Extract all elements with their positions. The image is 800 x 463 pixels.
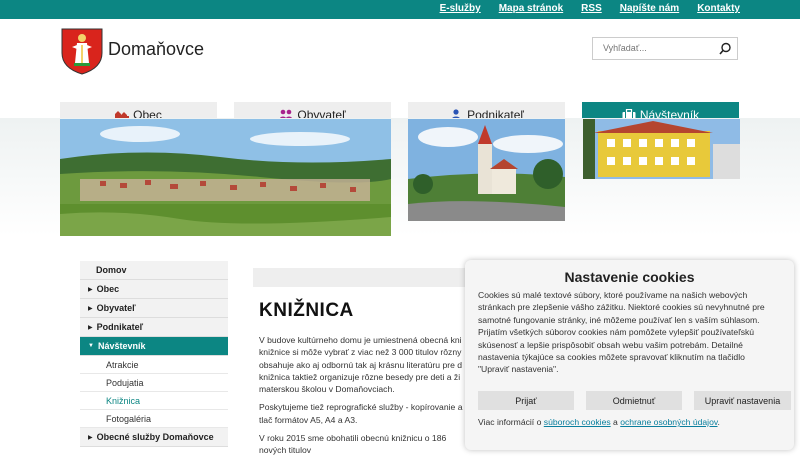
content-paragraph: V budove kultúrneho domu je umiestnená o…	[259, 334, 469, 395]
sidebar-item-label: Návštevník	[97, 341, 146, 351]
triangle-right-icon: ▶	[88, 434, 93, 441]
search-box	[592, 37, 738, 60]
search-icon[interactable]	[717, 41, 733, 57]
cookie-text-line: Prijatím všetkých súborov cookies nám po…	[478, 327, 755, 338]
content-line: knižnice si môže vybrať z viac než 3 000…	[259, 347, 462, 358]
triangle-right-icon: ▶	[88, 324, 93, 331]
content-line: nových titulov	[259, 445, 312, 456]
content-line: V budove kultúrneho domu je umiestnená o…	[259, 335, 462, 345]
content-paragraph: Poskytujeme tiež reprografické služby - …	[259, 401, 469, 426]
top-link-rss[interactable]: RSS	[581, 3, 602, 14]
reject-button[interactable]: Odmietnuť	[586, 391, 682, 410]
content-line: materskou školou v Domaňovciach.	[259, 384, 395, 395]
cookie-title: Nastavenie cookies	[564, 269, 695, 285]
search-input[interactable]	[593, 38, 713, 58]
privacy-link[interactable]: ochrane osobných údajov	[620, 417, 717, 427]
sidebar-item-label: Obyvateľ	[96, 303, 136, 313]
top-link-sitemap[interactable]: Mapa stránok	[499, 3, 563, 14]
header: Domaňovce Obec Obyvateľ Podnikateľ Návšt…	[0, 19, 800, 127]
coat-of-arms-logo[interactable]	[60, 27, 104, 75]
cookie-text-line: skúsenosť a lepšie prispôsobiť obsah web…	[478, 339, 743, 350]
top-link-e-services[interactable]: E-služby	[440, 3, 481, 14]
top-link-contacts[interactable]: Kontakty	[697, 3, 740, 14]
sidebar-nav: Domov ▶ Obec ▶ Obyvateľ ▶ Podnikateľ ▼ Návšt…	[80, 261, 228, 447]
content-paragraph: V roku 2015 sme obohatili obecnú knižnic…	[259, 432, 469, 457]
triangle-right-icon: ▶	[88, 305, 93, 312]
cookie-dialog: Nastavenie cookies Cookies sú malé texto…	[465, 260, 794, 450]
sidebar-item-label: Obec	[96, 284, 120, 294]
page-title: KNIŽNICA	[259, 300, 354, 321]
sidebar-item-navstevnik[interactable]: ▼ Návštevník	[80, 337, 228, 356]
sidebar-item-obecne-sluzby[interactable]: ▶ Obecné služby Domaňovce	[80, 428, 228, 447]
top-link-write-us[interactable]: Napíšte nám	[620, 3, 679, 14]
cookie-info-text: Viac informácií o	[478, 417, 544, 427]
sidebar-item-label: Podnikateľ	[96, 322, 144, 332]
cookie-info: Viac informácií o súboroch cookies a och…	[478, 417, 720, 427]
cookie-text-line: "Upraviť nastavenia".	[478, 364, 559, 375]
content-line: tlač formátov A5, A4 a A3.	[259, 414, 358, 425]
sidebar-item-label: Obecné služby Domaňovce	[96, 432, 214, 442]
top-links: E-služby Mapa stránok RSS Napíšte nám Ko…	[422, 3, 740, 14]
sidebar-sub-atrakcie[interactable]: Atrakcie	[80, 356, 228, 374]
sidebar-item-obec[interactable]: ▶ Obec	[80, 280, 228, 299]
sidebar-item-podnikatel[interactable]: ▶ Podnikateľ	[80, 318, 228, 337]
top-bar: E-služby Mapa stránok RSS Napíšte nám Ko…	[0, 0, 800, 19]
sidebar-sub-kniznica[interactable]: Knižnica	[80, 392, 228, 410]
breadcrumb	[253, 268, 473, 287]
main-content: KNIŽNICA V budove kultúrneho domu je umi…	[259, 300, 469, 463]
sidebar-sub-fotogaleria[interactable]: Fotogaléria	[80, 410, 228, 428]
sidebar-item-home[interactable]: Domov	[80, 261, 228, 280]
content-line: obsahuje ako aj odbornú tak aj krásnu li…	[259, 359, 463, 370]
content-line: knižnica taktiež organizuje rôzne besedy…	[259, 371, 461, 382]
content-line: Poskytujeme tiež reprografické služby - …	[259, 402, 463, 413]
building-photo	[583, 119, 740, 179]
sidebar-item-obyvatel[interactable]: ▶ Obyvateľ	[80, 299, 228, 318]
church-photo	[408, 119, 565, 221]
cookie-buttons: Prijať Odmietnuť Upraviť nastavenia	[478, 391, 791, 410]
content-line: V roku 2015 sme obohatili obecnú knižnic…	[259, 433, 447, 444]
cookie-info-text: .	[717, 417, 720, 427]
sidebar-sub-podujatia[interactable]: Podujatia	[80, 374, 228, 392]
cookies-link[interactable]: súboroch cookies	[544, 417, 611, 427]
cookie-text-line: samotné fungovanie stránky, iné môžeme p…	[478, 314, 760, 325]
site-title[interactable]: Domaňovce	[108, 39, 204, 60]
accept-button[interactable]: Prijať	[478, 391, 574, 410]
triangle-right-icon: ▶	[88, 286, 93, 293]
cookie-text: Cookies sú malé textové súbory, ktoré po…	[478, 289, 782, 376]
cookie-text-line: stránkach pre zlepšenie vášho zážitku. N…	[478, 302, 765, 313]
cookie-info-text: a	[610, 417, 621, 427]
village-panorama-photo	[60, 119, 391, 236]
cookie-text-line: Cookies sú malé textové súbory, ktoré po…	[478, 290, 748, 300]
cookie-text-line: nastavenia týkajúce sa cookies môžete sp…	[478, 352, 745, 363]
cookie-settings-button[interactable]: Upraviť nastavenia	[694, 391, 791, 410]
triangle-down-icon: ▼	[88, 343, 94, 349]
